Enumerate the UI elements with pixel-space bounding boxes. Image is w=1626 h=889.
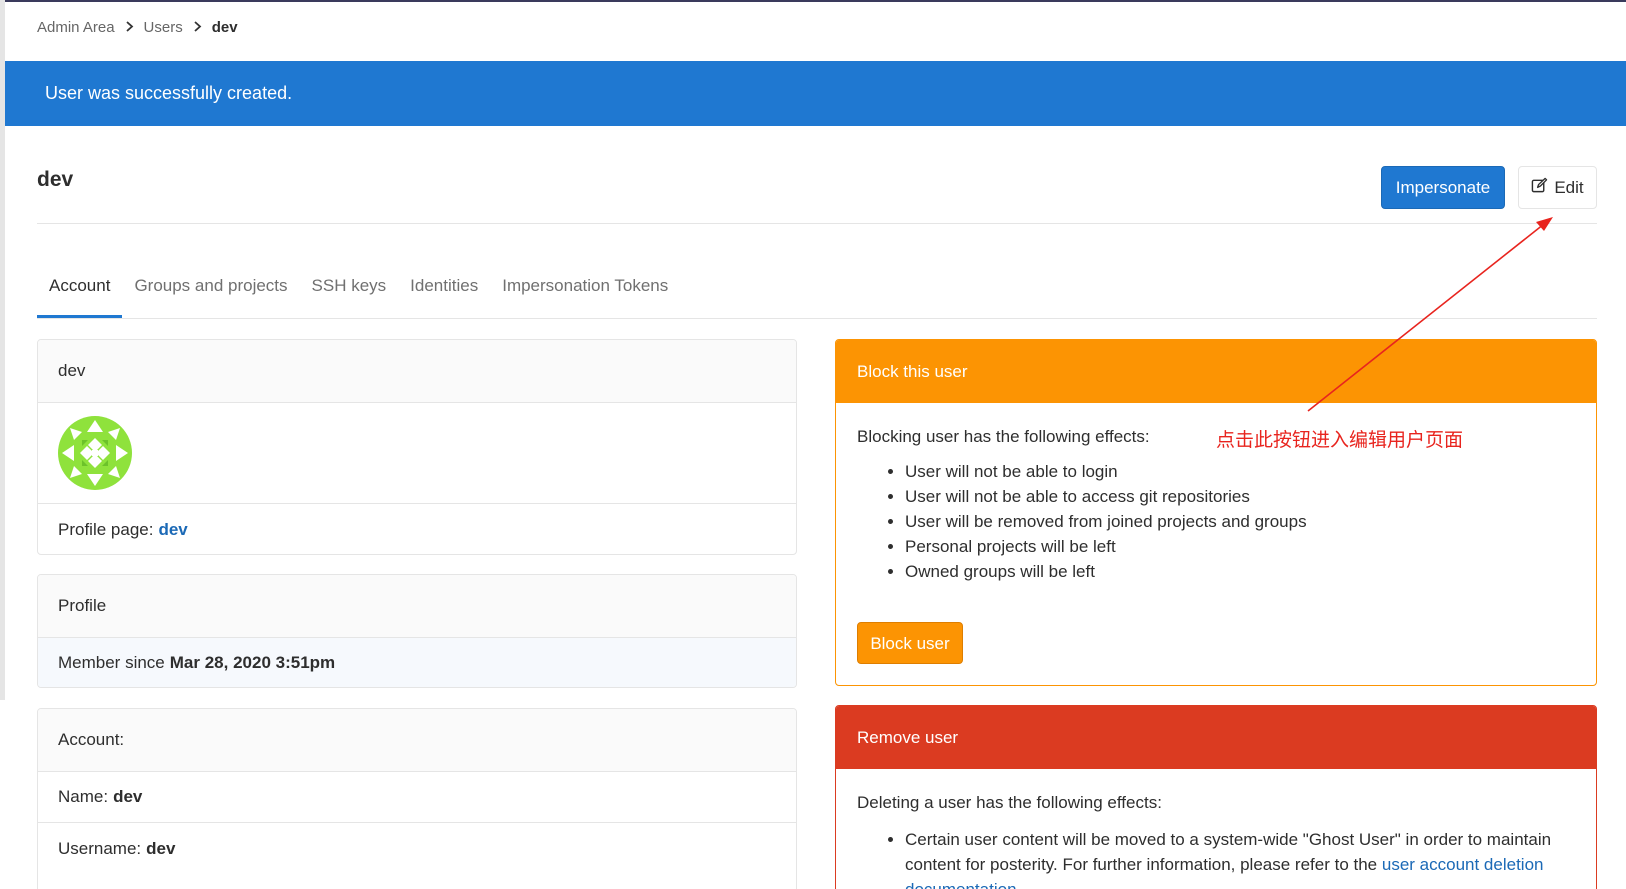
tab-impersonation-tokens[interactable]: Impersonation Tokens <box>490 262 680 318</box>
member-since-value: Mar 28, 2020 3:51pm <box>169 653 336 672</box>
user-tabs: Account Groups and projects SSH keys Ide… <box>37 262 1597 319</box>
edit-button[interactable]: Edit <box>1518 166 1597 209</box>
block-panel-title: Block this user <box>857 361 968 381</box>
breadcrumb: Admin Area Users dev <box>37 19 238 36</box>
flash-message: User was successfully created. <box>45 83 293 103</box>
name-row: Name: dev <box>38 772 796 823</box>
user-info-card: dev Profile page: dev <box>37 339 797 555</box>
tab-identities[interactable]: Identities <box>398 262 490 318</box>
list-item: Personal projects will be left <box>905 534 1575 559</box>
remove-user-panel: Remove user Deleting a user has the foll… <box>835 705 1597 889</box>
pencil-square-icon <box>1531 177 1548 199</box>
impersonate-button-label: Impersonate <box>1395 177 1491 197</box>
profile-page-label: Profile page: <box>58 519 154 539</box>
avatar-container <box>38 403 796 504</box>
name-label: Name: <box>58 787 109 806</box>
profile-page-row: Profile page: dev <box>38 504 796 554</box>
impersonate-button[interactable]: Impersonate <box>1381 166 1505 209</box>
member-since-row: Member since Mar 28, 2020 3:51pm <box>38 638 796 687</box>
remove-panel-body: Deleting a user has the following effect… <box>836 769 1596 889</box>
list-item: Certain user content will be moved to a … <box>905 827 1575 889</box>
block-panel-header: Block this user <box>836 340 1596 403</box>
remove-effects-list: Certain user content will be moved to a … <box>857 827 1575 889</box>
account-card-title: Account: <box>38 709 796 772</box>
block-user-button-label: Block user <box>870 633 950 653</box>
profile-page-link[interactable]: dev <box>158 520 187 540</box>
header-divider <box>37 223 1597 224</box>
username-value: dev <box>146 838 176 858</box>
tab-ssh-keys[interactable]: SSH keys <box>300 262 399 318</box>
list-item: Owned groups will be left <box>905 559 1575 584</box>
list-item: User will not be able to access git repo… <box>905 484 1575 509</box>
profile-card-title: Profile <box>38 575 796 638</box>
account-card: Account: Name: dev Username: dev <box>37 708 797 889</box>
breadcrumb-admin-area[interactable]: Admin Area <box>37 19 115 36</box>
remove-intro: Deleting a user has the following effect… <box>857 793 1162 812</box>
block-effects-list: User will not be able to login User will… <box>857 459 1575 584</box>
chevron-right-icon <box>193 20 202 35</box>
page-title: dev <box>37 168 74 191</box>
remove-panel-title: Remove user <box>857 727 959 747</box>
breadcrumb-current[interactable]: dev <box>212 19 238 36</box>
breadcrumb-users[interactable]: Users <box>144 19 183 36</box>
user-card-title: dev <box>38 340 796 403</box>
edit-button-label: Edit <box>1554 177 1584 197</box>
block-user-panel: Block this user Blocking user has the fo… <box>835 339 1597 686</box>
name-value: dev <box>113 787 143 806</box>
block-user-button[interactable]: Block user <box>857 622 963 664</box>
username-row: Username: dev <box>38 823 796 874</box>
tab-account[interactable]: Account <box>37 262 123 318</box>
member-since-label: Member since <box>58 653 165 672</box>
admin-user-page: Admin Area Users dev User was successful… <box>0 0 1626 889</box>
annotation-text: 点击此按钮进入编辑用户页面 <box>1216 429 1464 451</box>
list-item: User will not be able to login <box>905 459 1575 484</box>
username-label: Username: <box>58 838 142 858</box>
flash-notice: User was successfully created. <box>5 61 1626 126</box>
chevron-right-icon <box>125 20 134 35</box>
avatar <box>58 416 132 490</box>
tab-groups-and-projects[interactable]: Groups and projects <box>122 262 299 318</box>
window-top-border <box>0 0 1626 2</box>
profile-card: Profile Member since Mar 28, 2020 3:51pm <box>37 574 797 688</box>
remove-panel-header: Remove user <box>836 706 1596 769</box>
list-item: User will be removed from joined project… <box>905 509 1575 534</box>
